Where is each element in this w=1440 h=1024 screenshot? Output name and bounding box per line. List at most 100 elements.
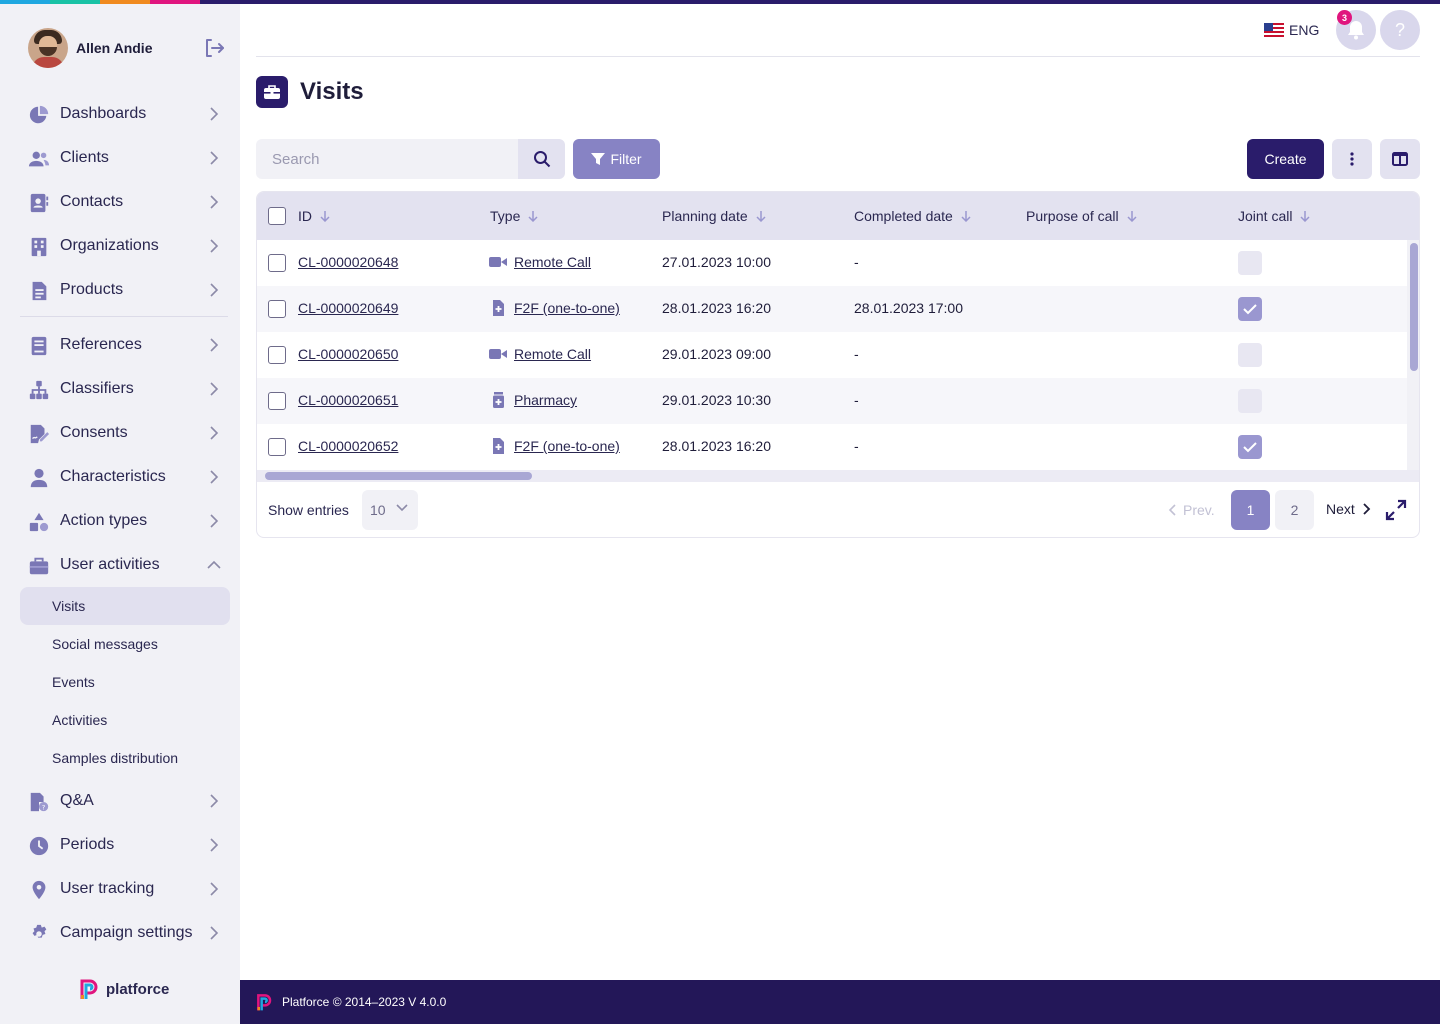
column-header-joint-call[interactable]: Joint call [1238,208,1310,224]
chevron-down-icon [396,504,408,512]
sidebar-item-periods[interactable]: Periods [20,827,230,863]
visit-type-label: Remote Call [514,254,592,270]
row-checkbox[interactable] [268,392,286,410]
table-row[interactable]: CL-0000020649 F2F (one-to-one) 28.01.202… [257,286,1407,332]
joint-call-checkbox[interactable] [1238,297,1262,321]
sidebar-item-clients[interactable]: Clients [20,140,230,176]
visit-type-link[interactable]: F2F (one-to-one) [489,300,620,316]
page-button-2[interactable]: 2 [1275,490,1314,530]
chevron-right-icon [210,926,219,940]
expand-icon[interactable] [1385,499,1407,521]
sidebar-item-dashboards[interactable]: Dashboards [20,96,230,132]
show-entries-label: Show entries [268,502,349,518]
columns-toggle-button[interactable] [1380,139,1420,179]
sidebar-subitem-label: Visits [52,598,86,614]
column-header-planning-date[interactable]: Planning date [662,208,766,224]
visit-id-link[interactable]: CL-0000020649 [298,300,398,316]
sidebar-subitem-visits[interactable]: Visits [20,587,230,625]
visit-type-label: Remote Call [514,346,592,362]
joint-call-checkbox[interactable] [1238,435,1262,459]
column-label: Joint call [1238,208,1293,224]
sidebar-item-user-tracking[interactable]: User tracking [20,871,230,907]
search-input[interactable] [256,139,518,179]
sidebar-item-references[interactable]: References [20,327,230,363]
sidebar-subitem-label: Activities [52,712,108,728]
sidebar-item-label: Products [60,281,124,298]
sidebar-subitem-label: Events [52,674,95,690]
sidebar-item-organizations[interactable]: Organizations [20,228,230,264]
more-options-button[interactable] [1332,139,1372,179]
visit-type-link[interactable]: Pharmacy [489,392,577,408]
table-row[interactable]: CL-0000020648 Remote Call 27.01.2023 10:… [257,240,1407,286]
row-checkbox[interactable] [268,254,286,272]
column-header-completed-date[interactable]: Completed date [854,208,971,224]
visit-id-link[interactable]: CL-0000020648 [298,254,398,270]
sidebar-item-contacts[interactable]: Contacts [20,184,230,220]
row-checkbox[interactable] [268,438,286,456]
building-icon [31,237,47,257]
column-header-type[interactable]: Type [490,208,538,224]
search-button[interactable] [518,139,565,179]
horizontal-scrollbar-thumb[interactable] [265,472,532,480]
help-button[interactable]: ? [1380,10,1420,50]
sidebar-subitem-activities[interactable]: Activities [20,701,230,739]
logout-icon[interactable] [202,36,226,60]
sidebar-subitem-events[interactable]: Events [20,663,230,701]
table-row[interactable]: CL-0000020650 Remote Call 29.01.2023 09:… [257,332,1407,378]
sidebar-item-action-types[interactable]: Action types [20,503,230,539]
video-camera-icon [489,349,507,359]
visit-id-link[interactable]: CL-0000020652 [298,438,398,454]
sidebar-subitem-social-messages[interactable]: Social messages [20,625,230,663]
joint-call-checkbox[interactable] [1238,251,1262,275]
visit-id-link[interactable]: CL-0000020651 [298,392,398,408]
row-checkbox[interactable] [268,346,286,364]
next-page-button[interactable]: Next [1326,501,1371,517]
create-button[interactable]: Create [1247,139,1324,179]
filter-button[interactable]: Filter [573,139,660,179]
sidebar-subitem-samples-distribution[interactable]: Samples distribution [20,739,230,777]
column-label: Purpose of call [1026,208,1119,224]
location-pin-icon [32,880,46,900]
sidebar-item-label: Organizations [60,237,159,254]
column-header-purpose-of-call[interactable]: Purpose of call [1026,208,1137,224]
more-vertical-icon [1350,152,1354,166]
language-selector[interactable]: ENG [1264,20,1319,40]
page-button-1[interactable]: 1 [1231,490,1270,530]
sidebar-item-qa[interactable]: ? Q&A [20,783,230,819]
visit-type-link[interactable]: F2F (one-to-one) [489,438,620,454]
completed-date: - [854,254,859,270]
sidebar-item-characteristics[interactable]: Characteristics [20,459,230,495]
sidebar-item-consents[interactable]: Consents [20,415,230,451]
sidebar-item-products[interactable]: Products [20,272,230,308]
chevron-right-icon [210,239,219,253]
sidebar-divider [20,316,228,317]
avatar[interactable] [28,28,68,68]
column-header-id[interactable]: ID [298,208,330,224]
sidebar-item-label: Clients [60,149,109,166]
sidebar-item-campaign-settings[interactable]: Campaign settings [20,915,230,951]
completed-date: - [854,438,859,454]
visit-type-link[interactable]: Remote Call [489,346,591,362]
page-footer: Platforce © 2014–2023 V 4.0.0 [240,980,1440,1024]
prev-page-button[interactable]: Prev. [1168,502,1215,518]
sidebar-item-user-activities[interactable]: User activities [20,547,230,583]
planning-date: 28.01.2023 16:20 [662,438,771,454]
vertical-scrollbar-thumb[interactable] [1410,243,1418,371]
row-checkbox[interactable] [268,300,286,318]
table-row[interactable]: CL-0000020652 F2F (one-to-one) 28.01.202… [257,424,1407,470]
entries-select[interactable]: 10 [362,490,418,530]
pharmacy-icon [493,392,504,408]
create-label: Create [1264,151,1307,167]
visit-type-link[interactable]: Remote Call [489,254,591,270]
top-accent-strip [0,0,1440,4]
joint-call-checkbox[interactable] [1238,389,1262,413]
joint-call-checkbox[interactable] [1238,343,1262,367]
next-label: Next [1326,501,1355,517]
completed-date: 28.01.2023 17:00 [854,300,963,316]
column-label: ID [298,208,312,224]
contact-book-icon [30,193,49,213]
select-all-checkbox[interactable] [268,207,286,225]
sidebar-item-classifiers[interactable]: Classifiers [20,371,230,407]
table-row[interactable]: CL-0000020651 Pharmacy 29.01.2023 10:30 … [257,378,1407,424]
visit-id-link[interactable]: CL-0000020650 [298,346,398,362]
